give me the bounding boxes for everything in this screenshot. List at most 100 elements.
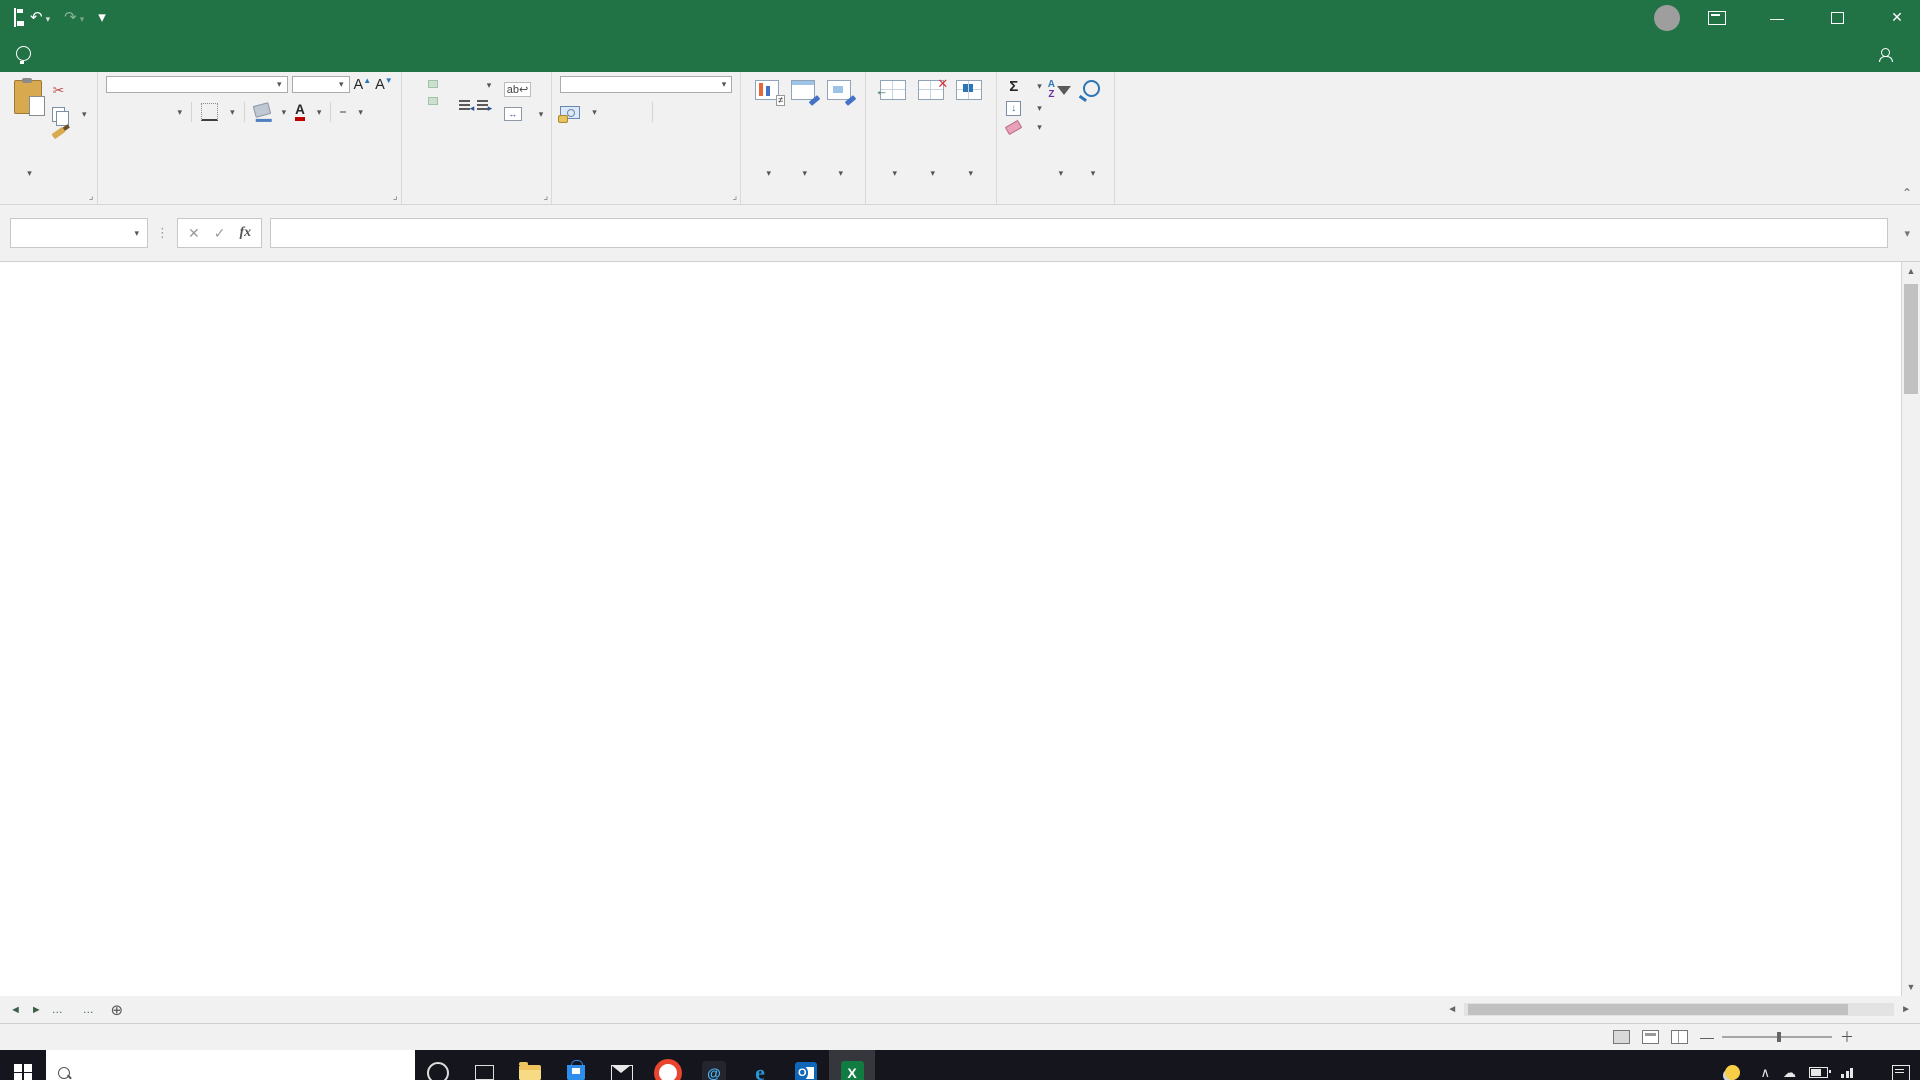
save-button[interactable] bbox=[14, 10, 16, 25]
at-app-button[interactable]: @ bbox=[691, 1050, 737, 1080]
font-color-button[interactable]: A bbox=[295, 103, 305, 122]
format-as-table-button[interactable]: ▾ bbox=[785, 76, 821, 184]
orientation-button[interactable] bbox=[466, 80, 474, 86]
network-icon[interactable] bbox=[1841, 1068, 1853, 1078]
align-top-button[interactable] bbox=[410, 80, 418, 86]
page-layout-view-button[interactable] bbox=[1642, 1030, 1659, 1044]
vertical-scrollbar[interactable]: ▲ ▼ bbox=[1901, 262, 1920, 996]
zoom-in-icon[interactable]: ＋ bbox=[1840, 1027, 1854, 1047]
font-size-select[interactable]: ▾ bbox=[292, 76, 350, 93]
windows-logo-icon bbox=[14, 1064, 32, 1080]
hscroll-right-icon[interactable]: ► bbox=[1898, 1004, 1914, 1015]
paste-button[interactable]: ▾ bbox=[8, 76, 48, 184]
autosum-button[interactable]: Σ▾ bbox=[1005, 78, 1042, 95]
close-button[interactable]: ✕ bbox=[1874, 0, 1920, 35]
align-center-button[interactable] bbox=[428, 97, 438, 105]
hidden-icons-chevron[interactable]: ∧ bbox=[1760, 1065, 1770, 1080]
weather-widget[interactable] bbox=[1725, 1065, 1747, 1080]
new-sheet-button[interactable]: ⊕ bbox=[104, 996, 130, 1023]
align-bottom-button[interactable] bbox=[448, 80, 456, 86]
align-middle-button[interactable] bbox=[428, 80, 438, 88]
formula-input[interactable] bbox=[270, 218, 1888, 248]
excel-icon: X bbox=[841, 1061, 864, 1080]
store-button[interactable] bbox=[553, 1050, 599, 1080]
alignment-dialog-launcher[interactable]: ⌟ bbox=[544, 191, 549, 202]
align-left-button[interactable] bbox=[410, 97, 418, 103]
avatar[interactable] bbox=[1654, 5, 1680, 31]
scroll-up-icon[interactable]: ▲ bbox=[1902, 262, 1920, 280]
font-dialog-launcher[interactable]: ⌟ bbox=[393, 191, 398, 202]
align-right-button[interactable] bbox=[448, 97, 456, 103]
onedrive-cloud-icon[interactable]: ☁ bbox=[1783, 1065, 1796, 1080]
normal-view-button[interactable] bbox=[1613, 1030, 1630, 1044]
wrap-text-button[interactable]: ab↩ bbox=[504, 82, 544, 97]
mail-button[interactable] bbox=[599, 1050, 645, 1080]
sheet-nav-right-icon[interactable]: ► bbox=[31, 1004, 42, 1016]
fill-button[interactable]: ↓▾ bbox=[1005, 101, 1042, 116]
minimize-button[interactable]: — bbox=[1754, 0, 1800, 35]
zoom-thumb[interactable] bbox=[1777, 1032, 1781, 1042]
fill-color-button[interactable] bbox=[252, 102, 271, 118]
tell-me-box[interactable] bbox=[0, 35, 55, 72]
confirm-entry-icon[interactable]: ✓ bbox=[214, 225, 226, 242]
hscroll-left-icon[interactable]: ◄ bbox=[1444, 1004, 1460, 1015]
find-select-button[interactable]: ▾ bbox=[1077, 76, 1106, 184]
taskbar-search-input[interactable] bbox=[46, 1050, 415, 1080]
zoom-out-icon[interactable]: — bbox=[1700, 1029, 1714, 1045]
shrink-font-button[interactable]: A▼ bbox=[375, 76, 393, 93]
phonetic-guide-button[interactable] bbox=[340, 111, 346, 113]
action-center-icon[interactable] bbox=[1892, 1065, 1910, 1080]
sheet-nav-more-icon[interactable]: … bbox=[52, 1004, 63, 1016]
excel-taskbar-button[interactable]: X bbox=[829, 1050, 875, 1080]
vertical-scroll-thumb[interactable] bbox=[1904, 284, 1918, 394]
sheet-more-icon[interactable]: … bbox=[73, 996, 104, 1023]
increase-indent-button[interactable]: ▸ bbox=[484, 97, 492, 103]
decrease-indent-button[interactable]: ◂ bbox=[466, 97, 474, 103]
borders-button[interactable] bbox=[201, 103, 218, 121]
conditional-formatting-button[interactable]: ≠ ▾ bbox=[749, 76, 785, 184]
format-painter-button[interactable] bbox=[50, 130, 87, 136]
expand-formula-bar-icon[interactable]: ▾ bbox=[1896, 227, 1918, 240]
undo-button[interactable]: ↶▾ bbox=[30, 10, 50, 25]
cortana-button[interactable] bbox=[415, 1050, 461, 1080]
browser-ring-button[interactable] bbox=[645, 1050, 691, 1080]
outlook-button[interactable] bbox=[783, 1050, 829, 1080]
font-name-select[interactable]: ▾ bbox=[106, 76, 288, 93]
collapse-ribbon-button[interactable]: ⌃ bbox=[1902, 186, 1912, 200]
sort-filter-button[interactable]: AZ ▾ bbox=[1042, 76, 1077, 184]
battery-icon[interactable] bbox=[1809, 1067, 1828, 1078]
redo-button[interactable]: ↷▾ bbox=[64, 10, 84, 25]
start-button[interactable] bbox=[0, 1050, 46, 1080]
name-box[interactable]: ▾ bbox=[10, 218, 148, 248]
insert-cells-button[interactable]: ← ▾ bbox=[874, 76, 912, 184]
cell-styles-button[interactable]: ▾ bbox=[821, 76, 857, 184]
title-bar: ↶▾ ↷▾ ▾ — ✕ bbox=[0, 0, 1920, 35]
cut-button[interactable]: ✂ bbox=[50, 82, 87, 99]
share-button[interactable] bbox=[1857, 35, 1920, 72]
delete-cells-button[interactable]: ✕ ▾ bbox=[912, 76, 950, 184]
horizontal-scroll-thumb[interactable] bbox=[1468, 1004, 1848, 1015]
copy-button[interactable]: ▾ bbox=[50, 107, 87, 122]
clear-button[interactable]: ▾ bbox=[1005, 122, 1042, 133]
zoom-slider[interactable]: — ＋ bbox=[1700, 1027, 1854, 1047]
grow-font-button[interactable]: A▲ bbox=[354, 76, 372, 93]
number-dialog-launcher[interactable]: ⌟ bbox=[733, 191, 738, 202]
insert-function-icon[interactable]: fx bbox=[239, 225, 251, 241]
task-view-icon bbox=[475, 1065, 494, 1080]
edge-button[interactable]: e bbox=[737, 1050, 783, 1080]
page-break-view-button[interactable] bbox=[1671, 1030, 1688, 1044]
customize-qat-button[interactable]: ▾ bbox=[98, 10, 106, 25]
horizontal-scrollbar[interactable] bbox=[1464, 1003, 1894, 1016]
task-view-button[interactable] bbox=[461, 1050, 507, 1080]
maximize-button[interactable] bbox=[1814, 0, 1860, 35]
merge-center-button[interactable]: ↔▾ bbox=[504, 107, 544, 121]
file-explorer-button[interactable] bbox=[507, 1050, 553, 1080]
clipboard-dialog-launcher[interactable]: ⌟ bbox=[89, 191, 94, 202]
number-format-select[interactable]: ▾ bbox=[560, 76, 732, 93]
accounting-format-button[interactable] bbox=[560, 106, 580, 119]
ribbon-display-options-button[interactable] bbox=[1694, 0, 1740, 35]
cancel-entry-icon[interactable]: ✕ bbox=[188, 225, 200, 242]
sheet-nav-left-icon[interactable]: ◄ bbox=[10, 1004, 21, 1016]
format-cells-button[interactable]: ▾ bbox=[950, 76, 988, 184]
scroll-down-icon[interactable]: ▼ bbox=[1902, 978, 1920, 996]
